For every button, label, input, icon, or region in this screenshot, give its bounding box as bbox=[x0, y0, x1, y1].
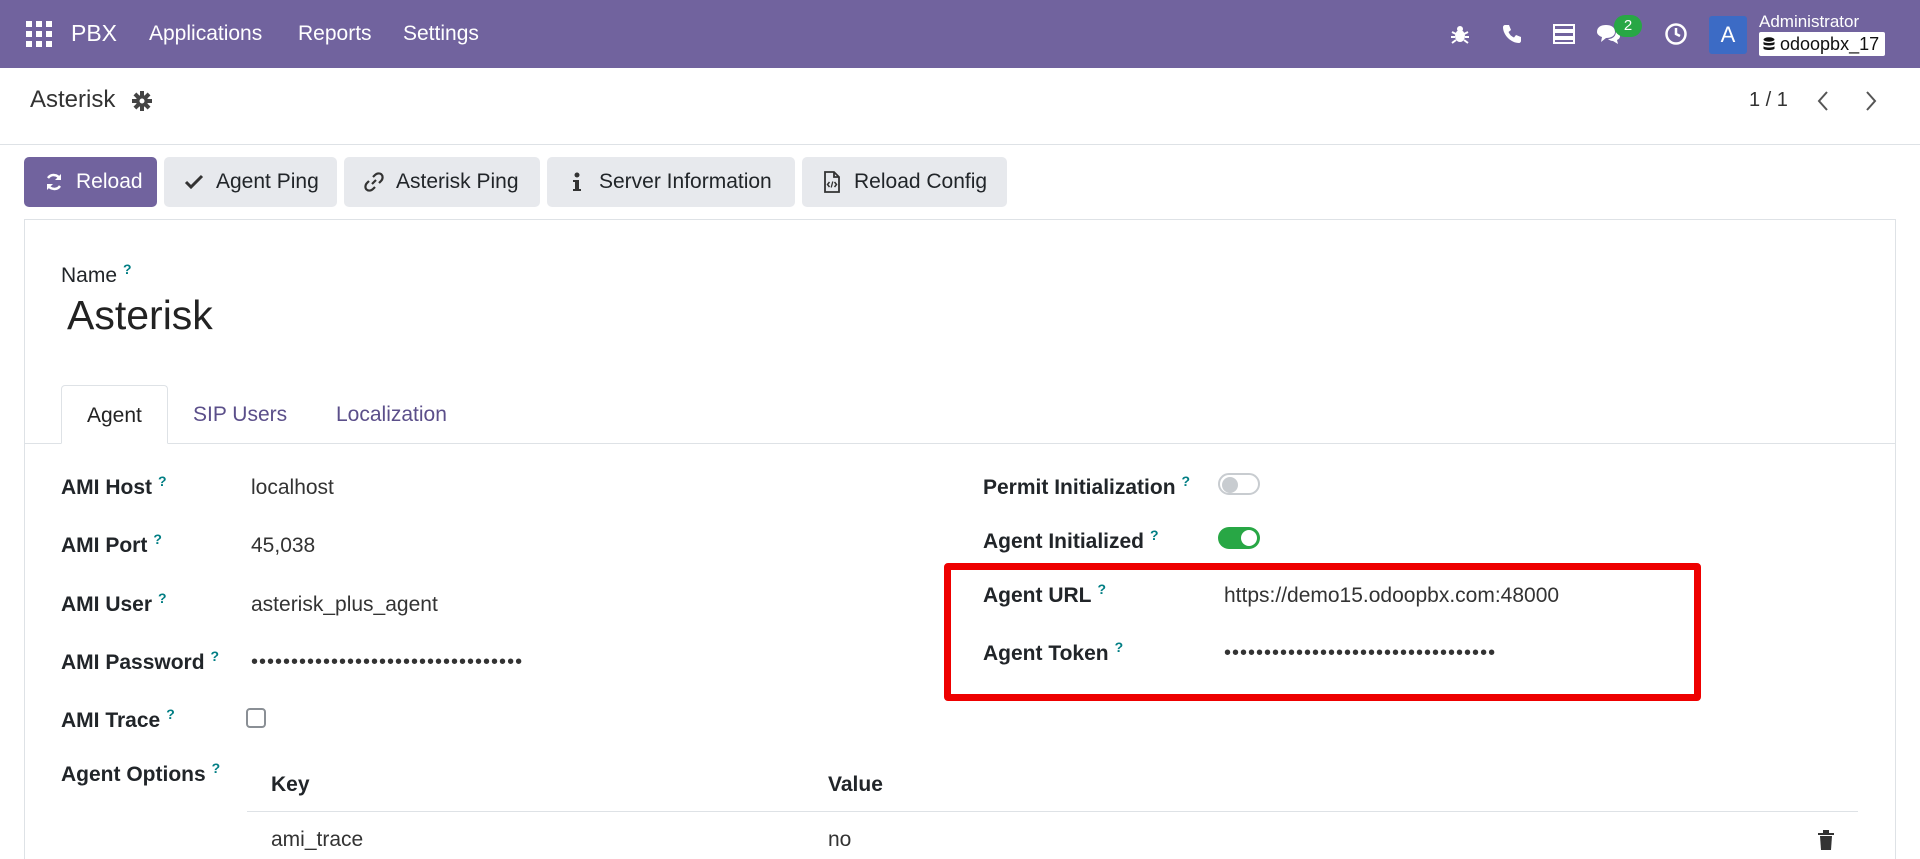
menu-settings[interactable]: Settings bbox=[403, 22, 479, 46]
trash-icon[interactable] bbox=[1815, 829, 1837, 851]
ami-user-field[interactable]: asterisk_plus_agent bbox=[251, 593, 438, 617]
chevron-left-icon bbox=[1817, 91, 1828, 111]
server-icon[interactable] bbox=[1550, 20, 1578, 48]
table-cell-key[interactable]: ami_trace bbox=[271, 828, 363, 852]
reload-label: Reload bbox=[76, 170, 143, 193]
permit-initialization-label: Permit Initialization? bbox=[983, 473, 1191, 499]
apps-grid-icon[interactable] bbox=[26, 21, 52, 47]
highlight-box bbox=[944, 563, 1701, 701]
ami-port-field[interactable]: 45,038 bbox=[251, 534, 315, 558]
help-icon[interactable]: ? bbox=[123, 261, 132, 277]
gear-icon[interactable] bbox=[131, 90, 153, 112]
link-icon bbox=[364, 172, 384, 192]
help-icon[interactable]: ? bbox=[1150, 527, 1159, 543]
chevron-right-icon bbox=[1866, 91, 1877, 111]
ami-port-label: AMI Port? bbox=[61, 531, 162, 557]
table-divider bbox=[247, 811, 1858, 812]
messages-badge: 2 bbox=[1614, 15, 1642, 37]
agent-options-label: Agent Options? bbox=[61, 760, 221, 786]
toggle-knob bbox=[1241, 530, 1257, 546]
app-brand[interactable]: PBX bbox=[71, 20, 117, 47]
reload-config-label: Reload Config bbox=[854, 170, 988, 193]
help-icon[interactable]: ? bbox=[212, 760, 221, 776]
pager-value[interactable]: 1 / 1 bbox=[1749, 89, 1788, 112]
refresh-icon bbox=[44, 172, 64, 192]
asterisk-ping-label: Asterisk Ping bbox=[396, 170, 519, 193]
column-header-key[interactable]: Key bbox=[271, 773, 310, 797]
agent-initialized-toggle[interactable] bbox=[1218, 527, 1260, 549]
pager-next-button[interactable] bbox=[1856, 86, 1886, 116]
record-name[interactable]: Asterisk bbox=[67, 292, 213, 339]
column-header-value[interactable]: Value bbox=[828, 773, 883, 797]
ami-trace-label: AMI Trace? bbox=[61, 706, 175, 732]
user-avatar[interactable]: A bbox=[1709, 16, 1747, 54]
reload-button[interactable]: Reload bbox=[24, 157, 157, 207]
server-information-button[interactable]: Server Information bbox=[547, 157, 795, 207]
tab-sip-users[interactable]: SIP Users bbox=[168, 385, 312, 444]
pager-previous-button[interactable] bbox=[1808, 86, 1838, 116]
ami-trace-checkbox[interactable] bbox=[246, 708, 266, 728]
help-icon[interactable]: ? bbox=[153, 531, 162, 547]
info-icon bbox=[567, 172, 587, 192]
tab-agent[interactable]: Agent bbox=[61, 385, 168, 444]
top-navbar: PBX Applications Reports Settings 2 A Ad… bbox=[0, 0, 1920, 68]
menu-applications[interactable]: Applications bbox=[149, 22, 262, 46]
tab-localization[interactable]: Localization bbox=[311, 385, 472, 444]
ami-host-label: AMI Host? bbox=[61, 473, 167, 499]
agent-ping-button[interactable]: Agent Ping bbox=[164, 157, 337, 207]
clock-icon[interactable] bbox=[1662, 20, 1690, 48]
check-icon bbox=[184, 172, 204, 192]
breadcrumb: Asterisk bbox=[30, 86, 116, 113]
ami-user-label: AMI User? bbox=[61, 590, 167, 616]
ami-password-label: AMI Password? bbox=[61, 648, 220, 674]
help-icon[interactable]: ? bbox=[211, 648, 220, 664]
ami-password-field[interactable]: •••••••••••••••••••••••••••••••••• bbox=[251, 651, 523, 674]
help-icon[interactable]: ? bbox=[166, 706, 175, 722]
ami-host-field[interactable]: localhost bbox=[251, 476, 334, 500]
database-name: odoopbx_17 bbox=[1780, 34, 1880, 54]
file-code-icon bbox=[822, 171, 842, 193]
bug-icon[interactable] bbox=[1446, 20, 1474, 48]
database-tag: odoopbx_17 bbox=[1759, 32, 1886, 56]
agent-initialized-label: Agent Initialized? bbox=[983, 527, 1159, 553]
menu-reports[interactable]: Reports bbox=[298, 22, 372, 46]
asterisk-ping-button[interactable]: Asterisk Ping bbox=[344, 157, 540, 207]
help-icon[interactable]: ? bbox=[158, 473, 167, 489]
control-panel bbox=[0, 68, 1920, 145]
toggle-knob bbox=[1222, 477, 1238, 493]
database-icon bbox=[1763, 37, 1775, 50]
help-icon[interactable]: ? bbox=[158, 590, 167, 606]
name-label: Name? bbox=[61, 261, 132, 287]
help-icon[interactable]: ? bbox=[1182, 473, 1191, 489]
user-name[interactable]: Administrator bbox=[1759, 12, 1859, 32]
phone-icon[interactable] bbox=[1498, 20, 1526, 48]
server-information-label: Server Information bbox=[599, 170, 772, 193]
reload-config-button[interactable]: Reload Config bbox=[802, 157, 1007, 207]
agent-ping-label: Agent Ping bbox=[216, 170, 319, 193]
table-cell-value[interactable]: no bbox=[828, 828, 851, 852]
permit-initialization-toggle[interactable] bbox=[1218, 473, 1260, 495]
